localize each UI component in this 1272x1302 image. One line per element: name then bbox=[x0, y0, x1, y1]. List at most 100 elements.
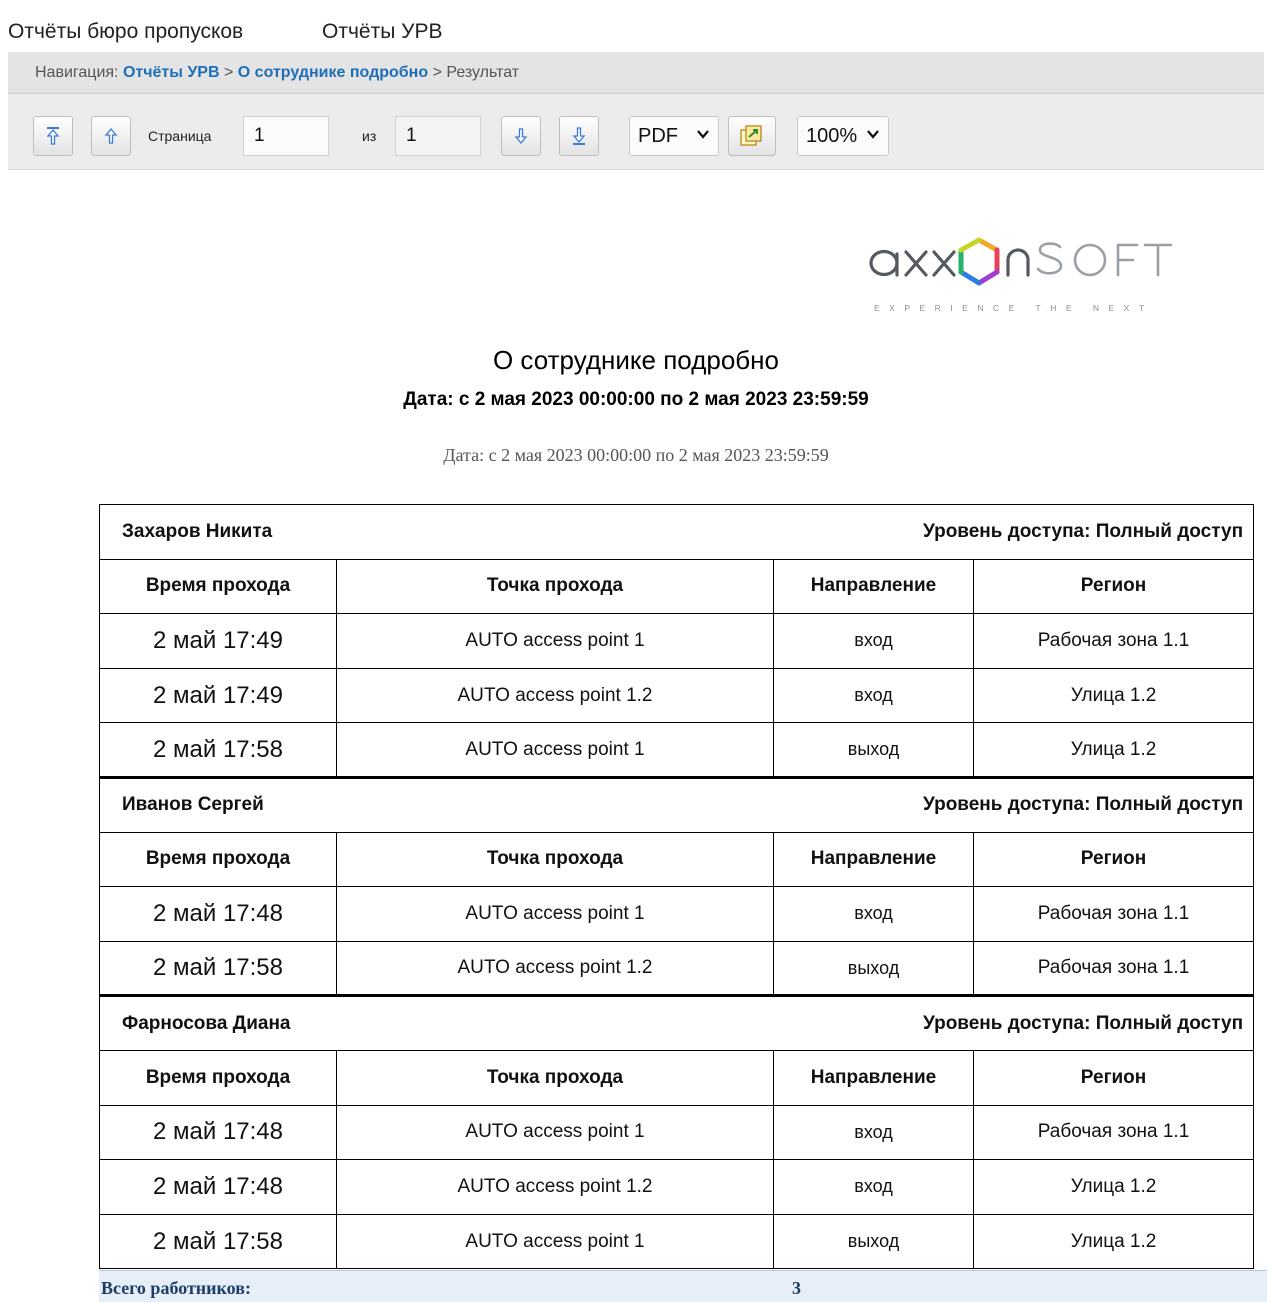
table-row: 2 май 17:58 AUTO access point 1.2 выход … bbox=[99, 940, 1255, 997]
export-format-select[interactable]: PDF bbox=[629, 116, 719, 156]
employee-name: Фарносова Диана bbox=[122, 1012, 291, 1034]
access-point-cell: AUTO access point 1.2 bbox=[336, 940, 774, 997]
region-cell: Рабочая зона 1.1 bbox=[972, 613, 1255, 669]
column-header: Регион bbox=[972, 831, 1255, 888]
next-page-button[interactable] bbox=[501, 116, 541, 156]
report-date-range-secondary: Дата: с 2 мая 2023 00:00:00 по 2 мая 202… bbox=[443, 445, 829, 465]
column-header: Точка прохода bbox=[336, 831, 774, 888]
column-header: Время прохода bbox=[99, 831, 337, 888]
report-table: Захаров Никита Уровень доступа: Полный д… bbox=[98, 504, 1255, 1270]
breadcrumb-current: Результат bbox=[446, 64, 520, 81]
breadcrumb-separator: > bbox=[432, 64, 442, 81]
breadcrumb-link-employee-detail[interactable]: О сотруднике подробно bbox=[238, 64, 428, 81]
direction-cell: выход bbox=[773, 940, 974, 997]
page-number-input[interactable]: 1 bbox=[243, 116, 329, 156]
column-header: Время прохода bbox=[99, 1049, 337, 1106]
table-row: 2 май 17:49 AUTO access point 1 вход Раб… bbox=[99, 613, 1255, 669]
access-point-cell: AUTO access point 1 bbox=[336, 886, 774, 942]
report-title: О сотруднике подробно bbox=[492, 345, 779, 375]
axxonsoft-logo: EXPERIENCE THE NEXT bbox=[862, 232, 1207, 322]
total-employees-label: Всего работников: bbox=[101, 1278, 251, 1298]
breadcrumb-prefix: Навигация: bbox=[35, 64, 119, 81]
column-header: Направление bbox=[773, 831, 974, 888]
region-cell: Улица 1.2 bbox=[972, 667, 1255, 724]
access-point-cell: AUTO access point 1 bbox=[336, 613, 774, 669]
region-cell: Рабочая зона 1.1 bbox=[972, 1104, 1255, 1161]
table-row: 2 май 17:48 AUTO access point 1.2 вход У… bbox=[99, 1159, 1255, 1215]
employee-name: Иванов Сергей bbox=[122, 794, 264, 816]
employee-name: Захаров Никита bbox=[122, 520, 273, 542]
report-date-range: Дата: с 2 мая 2023 00:00:00 по 2 мая 202… bbox=[403, 389, 869, 410]
region-cell: Улица 1.2 bbox=[972, 1213, 1255, 1270]
zoom-select[interactable]: 100% bbox=[797, 116, 889, 156]
pass-time-cell: 2 май 17:48 bbox=[99, 1104, 337, 1161]
total-employees-value: 3 bbox=[792, 1278, 801, 1298]
direction-cell: выход bbox=[773, 1213, 974, 1270]
direction-cell: выход bbox=[773, 722, 974, 778]
access-point-cell: AUTO access point 1 bbox=[336, 1213, 774, 1270]
access-level: Уровень доступа: Полный доступ bbox=[923, 520, 1244, 542]
table-row: 2 май 17:58 AUTO access point 1 выход Ул… bbox=[99, 1213, 1255, 1270]
direction-cell: вход bbox=[773, 1159, 974, 1215]
total-pages-field: 1 bbox=[395, 116, 481, 156]
page-label: Страница bbox=[148, 128, 212, 144]
region-cell: Рабочая зона 1.1 bbox=[972, 886, 1255, 942]
table-row: 2 май 17:49 AUTO access point 1.2 вход У… bbox=[99, 667, 1255, 724]
breadcrumb-link-time-reports[interactable]: Отчёты УРВ bbox=[123, 64, 220, 81]
pass-time-cell: 2 май 17:58 bbox=[99, 1213, 337, 1270]
access-point-cell: AUTO access point 1 bbox=[336, 722, 774, 778]
pass-time-cell: 2 май 17:58 bbox=[99, 940, 337, 997]
chevron-down-icon bbox=[697, 130, 709, 139]
top-menu: Отчёты бюро пропусков Отчёты УРВ bbox=[0, 0, 1272, 52]
table-header-row: Время прохода Точка прохода Направление … bbox=[99, 831, 1255, 888]
employee-row: Фарносова Диана Уровень доступа: Полный … bbox=[98, 994, 1255, 1051]
employee-row: Захаров Никита Уровень доступа: Полный д… bbox=[98, 504, 1255, 560]
table-row: 2 май 17:58 AUTO access point 1 выход Ул… bbox=[99, 722, 1255, 778]
access-level: Уровень доступа: Полный доступ bbox=[923, 794, 1244, 816]
pass-time-cell: 2 май 17:58 bbox=[99, 722, 337, 778]
direction-cell: вход bbox=[773, 1104, 974, 1161]
direction-cell: вход bbox=[773, 667, 974, 724]
access-level: Уровень доступа: Полный доступ bbox=[923, 1012, 1244, 1034]
report-toolbar: Страница 1 из 1 PDF 100% bbox=[8, 94, 1264, 170]
export-icon bbox=[740, 125, 762, 146]
menu-item-pass-office-reports[interactable]: Отчёты бюро пропусков bbox=[8, 20, 243, 44]
column-header: Точка прохода bbox=[336, 558, 774, 615]
pass-time-cell: 2 май 17:48 bbox=[99, 1159, 337, 1215]
first-page-button[interactable] bbox=[33, 116, 73, 156]
pass-time-cell: 2 май 17:49 bbox=[99, 613, 337, 669]
region-cell: Улица 1.2 bbox=[972, 722, 1255, 778]
export-button[interactable] bbox=[728, 116, 776, 156]
last-page-button[interactable] bbox=[559, 116, 599, 156]
menu-item-time-reports[interactable]: Отчёты УРВ bbox=[322, 20, 442, 44]
direction-cell: вход bbox=[773, 613, 974, 669]
employee-row: Иванов Сергей Уровень доступа: Полный до… bbox=[98, 775, 1255, 833]
chevron-down-icon bbox=[867, 130, 879, 139]
navigation-bar: Навигация: Отчёты УРВ > О сотруднике под… bbox=[8, 52, 1264, 94]
previous-page-button[interactable] bbox=[91, 116, 131, 156]
direction-cell: вход bbox=[773, 886, 974, 942]
table-row: 2 май 17:48 AUTO access point 1 вход Раб… bbox=[99, 886, 1255, 942]
breadcrumb: Навигация: Отчёты УРВ > О сотруднике под… bbox=[35, 64, 519, 82]
column-header: Направление bbox=[773, 1049, 974, 1106]
totals-row: Всего работников: 3 bbox=[99, 1270, 1267, 1302]
access-point-cell: AUTO access point 1.2 bbox=[336, 1159, 774, 1215]
table-header-row: Время прохода Точка прохода Направление … bbox=[99, 1049, 1255, 1106]
logo-tagline: EXPERIENCE THE NEXT bbox=[874, 303, 1154, 313]
column-header: Направление bbox=[773, 558, 974, 615]
table-row: 2 май 17:48 AUTO access point 1 вход Раб… bbox=[99, 1104, 1255, 1161]
column-header: Точка прохода bbox=[336, 1049, 774, 1106]
region-cell: Рабочая зона 1.1 bbox=[972, 940, 1255, 997]
pass-time-cell: 2 май 17:48 bbox=[99, 886, 337, 942]
access-point-cell: AUTO access point 1.2 bbox=[336, 667, 774, 724]
next-page-icon bbox=[514, 128, 528, 145]
table-header-row: Время прохода Точка прохода Направление … bbox=[99, 558, 1255, 615]
column-header: Время прохода bbox=[99, 558, 337, 615]
of-label: из bbox=[362, 128, 377, 144]
column-header: Регион bbox=[972, 1049, 1255, 1106]
access-point-cell: AUTO access point 1 bbox=[336, 1104, 774, 1161]
column-header: Регион bbox=[972, 558, 1255, 615]
breadcrumb-separator: > bbox=[223, 64, 234, 81]
pass-time-cell: 2 май 17:49 bbox=[99, 667, 337, 724]
first-page-icon bbox=[46, 127, 60, 145]
